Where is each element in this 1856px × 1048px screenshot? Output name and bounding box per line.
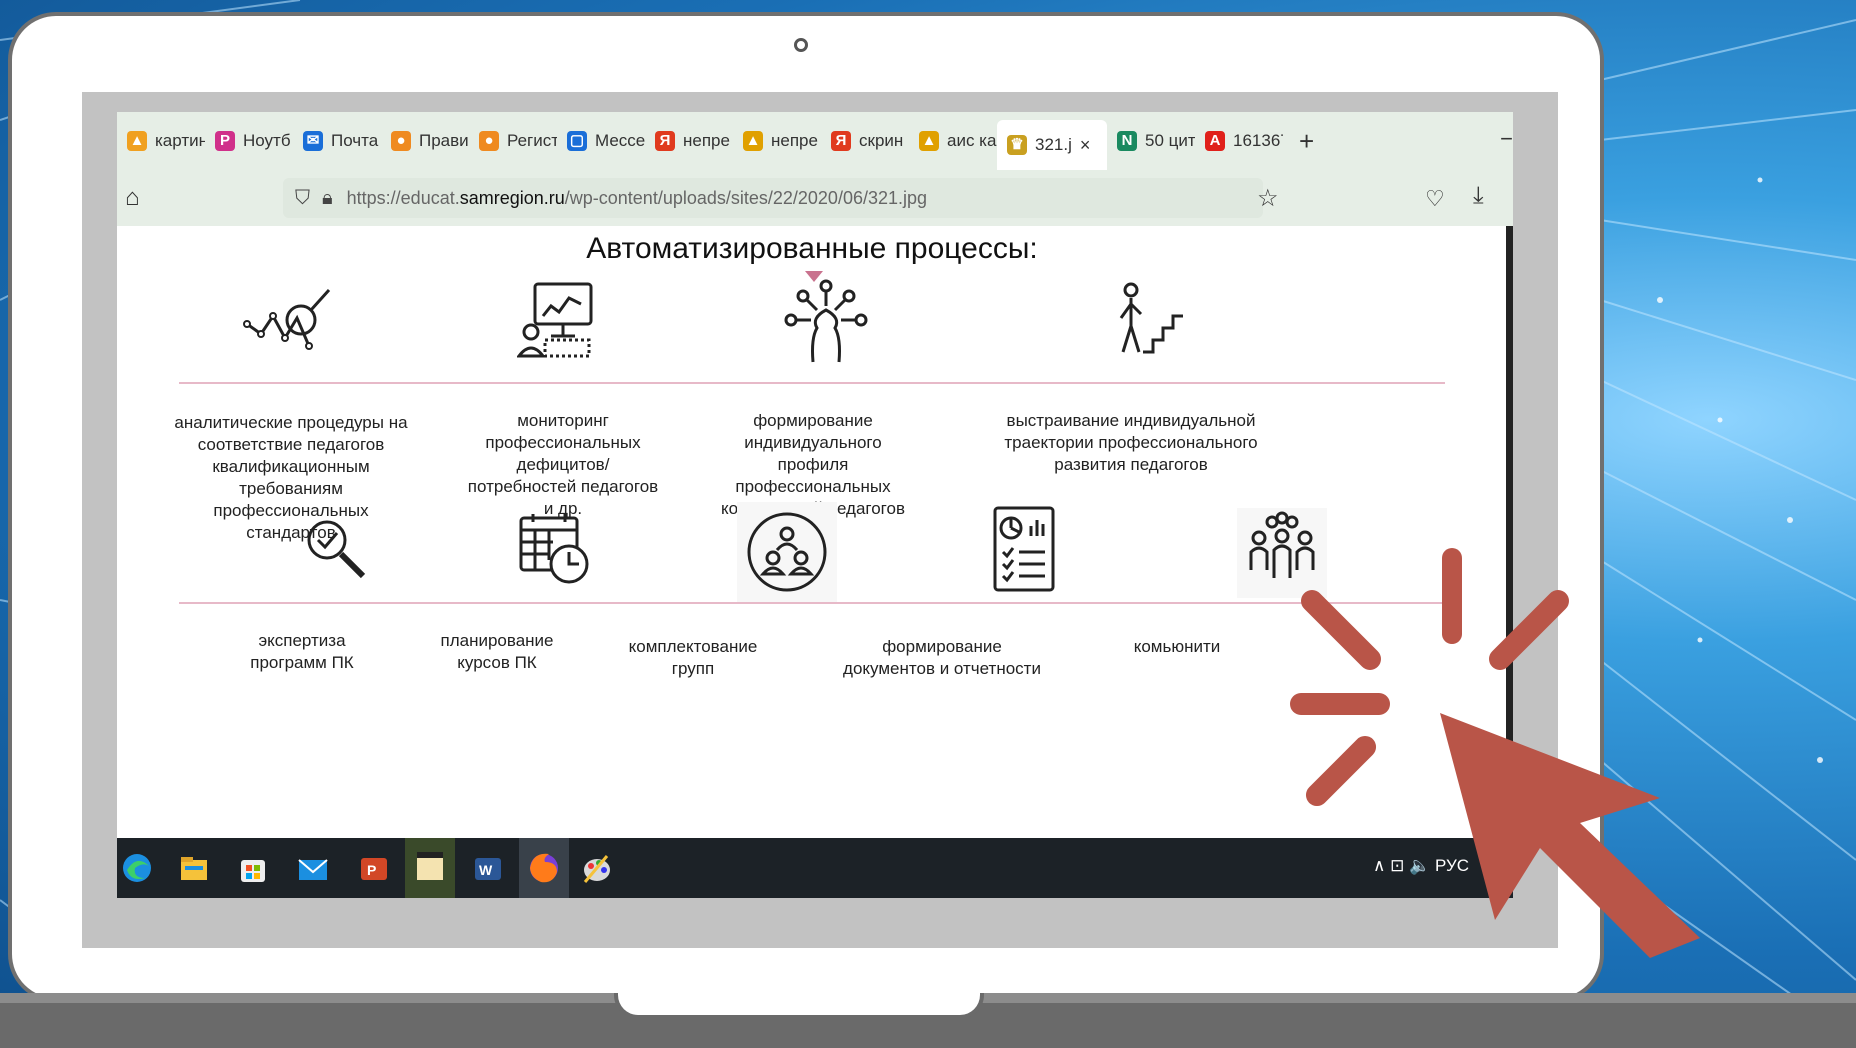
- tab-label: скрин: [859, 131, 904, 150]
- image-icon: ▲: [919, 131, 939, 151]
- svg-text:P: P: [367, 862, 376, 878]
- edge-icon[interactable]: [117, 848, 157, 888]
- click-cursor-icon: [1290, 548, 1700, 958]
- tab-label: непре: [771, 131, 818, 150]
- download-icon[interactable]: ⤓: [1473, 182, 1484, 210]
- caption-community: комьюнити: [1133, 637, 1221, 656]
- powerpoint-icon[interactable]: P: [353, 848, 393, 888]
- explorer-icon[interactable]: [173, 848, 213, 888]
- caption-planning: планирование курсов ПК: [440, 631, 554, 672]
- analytics-magnifier-icon: [243, 288, 331, 350]
- tab-label: Мессе: [595, 131, 645, 150]
- pocket-icon[interactable]: ♡: [1425, 186, 1445, 212]
- pencil-icon: P: [215, 131, 235, 151]
- emblem-icon: ♛: [1007, 135, 1027, 155]
- caption-expertise: экспертиза программ ПК: [250, 631, 354, 672]
- tab-2[interactable]: ✉ Почта: [293, 112, 381, 170]
- tab-5[interactable]: ▢ Мессе: [557, 112, 645, 170]
- yandex-icon: Я: [831, 131, 851, 151]
- chat-icon: ▢: [567, 131, 587, 151]
- caption-trajectory: выстраивание индивидуальной траектории п…: [1004, 411, 1258, 474]
- caption-analytics: аналитические процедуры на соответствие …: [174, 413, 408, 542]
- flame-icon: ●: [391, 131, 411, 151]
- tab-11[interactable]: N 50 цита: [1107, 112, 1195, 170]
- video-editor-active-bg[interactable]: [405, 838, 455, 898]
- expertise-magnifier-icon: [307, 520, 366, 579]
- image-icon: ▲: [127, 131, 147, 151]
- n-icon: N: [1117, 131, 1137, 151]
- image-icon: ▲: [743, 131, 763, 151]
- tab-label: картин: [155, 131, 205, 150]
- group-icon-bg: [737, 502, 837, 602]
- word-icon[interactable]: W: [467, 848, 507, 888]
- video-editor-icon[interactable]: [405, 838, 455, 898]
- firefox-active-bg[interactable]: [519, 838, 569, 898]
- tab-label: 161367: [1233, 131, 1283, 150]
- tab-bar: ▲ картин P Ноутб ✉ Почта ● Прави ● Регист ▢ Мессе Ян…: [117, 112, 1513, 170]
- mail-app-icon[interactable]: [293, 848, 333, 888]
- tab-12[interactable]: A 161367: [1195, 112, 1283, 170]
- tab-label: аис ка: [947, 131, 997, 150]
- tab-8[interactable]: Яскрин: [821, 112, 909, 170]
- tab-label: Прави: [419, 131, 469, 150]
- minimize-button[interactable]: −: [1500, 126, 1513, 152]
- close-tab-icon[interactable]: ×: [1080, 135, 1091, 156]
- address-toolbar: ⌂ ⛉ 🔒︎ https://educat.samregion.ru/wp-co…: [117, 170, 1513, 226]
- tab-label: 50 цита: [1145, 131, 1195, 150]
- tab-label: Почта: [331, 131, 379, 150]
- paint-icon[interactable]: [577, 848, 617, 888]
- tab-9[interactable]: ▲ аис ка: [909, 112, 997, 170]
- webcam-icon: [794, 38, 808, 52]
- report-document-icon: [993, 506, 1055, 592]
- home-icon[interactable]: ⌂: [125, 184, 140, 212]
- laptop-lid-notch: [614, 993, 984, 1019]
- divider-row1: [179, 382, 1445, 384]
- team-circle-icon: [747, 512, 827, 592]
- caption-documents: формирование документов и отчетности: [843, 637, 1041, 678]
- store-icon[interactable]: [233, 848, 273, 888]
- tab-label: Регист: [507, 131, 557, 150]
- tab-label: 321.j: [1035, 135, 1072, 154]
- flame-icon: ●: [479, 131, 499, 151]
- tab-label: непре: [683, 131, 730, 150]
- mail-icon: ✉: [303, 131, 323, 151]
- calendar-clock-icon: [519, 514, 589, 584]
- career-stairs-icon: [1119, 282, 1183, 354]
- tab-3[interactable]: ● Прави: [381, 112, 469, 170]
- firefox-icon[interactable]: [519, 838, 569, 898]
- tab-0[interactable]: ▲ картин: [117, 112, 205, 170]
- url-text[interactable]: https://educat.samregion.ru/wp-content/u…: [347, 188, 927, 209]
- yandex-icon: Я: [655, 131, 675, 151]
- acrobat-icon: A: [1205, 131, 1225, 151]
- tab-6[interactable]: Янепре: [645, 112, 733, 170]
- new-tab-button[interactable]: +: [1283, 126, 1330, 157]
- caption-groups: комплектование групп: [628, 637, 758, 678]
- tab-10[interactable]: ♛ 321.j ×: [997, 120, 1107, 170]
- tab-1[interactable]: P Ноутб: [205, 112, 293, 170]
- tab-7[interactable]: ▲ непре: [733, 112, 821, 170]
- monitoring-screen-icon: [517, 282, 593, 358]
- lock-icon[interactable]: 🔒︎: [322, 187, 333, 210]
- page-title: Автоматизированные процессы:: [586, 232, 1038, 265]
- divider-row2: [179, 602, 1445, 604]
- svg-text:W: W: [479, 862, 493, 878]
- url-bar[interactable]: ⛉ 🔒︎ https://educat.samregion.ru/wp-cont…: [283, 178, 1263, 218]
- caption-monitoring: мониторинг профессиональных дефицитов/по…: [467, 411, 659, 518]
- bookmark-star-icon[interactable]: ☆: [1257, 184, 1279, 213]
- tracking-shield-icon[interactable]: ⛉: [295, 187, 310, 210]
- tab-4[interactable]: ● Регист: [469, 112, 557, 170]
- tab-label: Ноутб: [243, 131, 291, 150]
- competence-profile-icon: [784, 279, 868, 363]
